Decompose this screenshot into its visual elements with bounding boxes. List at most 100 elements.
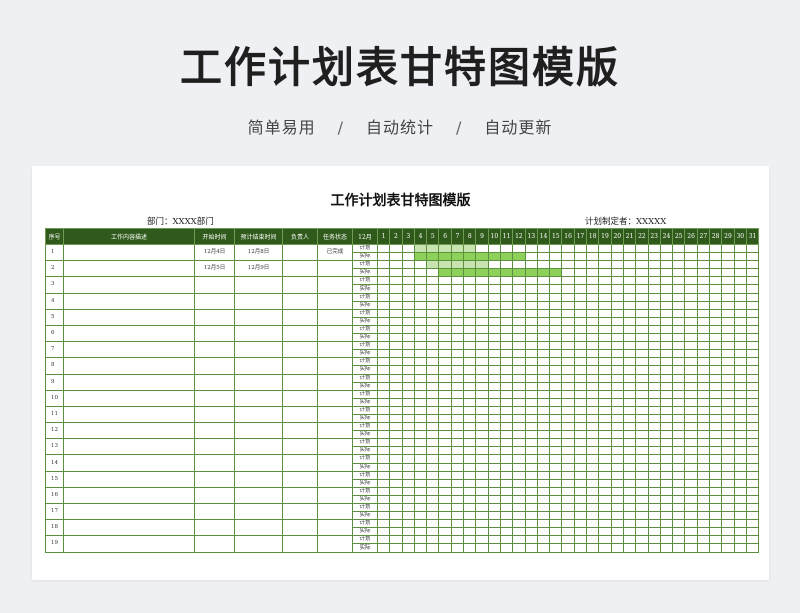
day-cell[interactable] (524, 292, 538, 302)
cell-start[interactable] (194, 373, 235, 391)
day-cell[interactable] (635, 454, 649, 464)
day-cell[interactable] (659, 543, 674, 553)
day-cell[interactable] (635, 243, 649, 254)
day-cell[interactable] (536, 243, 551, 254)
day-cell[interactable] (561, 333, 575, 343)
day-cell[interactable] (536, 462, 551, 472)
day-cell[interactable] (745, 430, 760, 440)
cell-start[interactable] (194, 308, 235, 326)
day-cell[interactable] (463, 389, 477, 399)
day-cell[interactable] (672, 349, 686, 359)
day-cell[interactable] (487, 292, 501, 302)
day-cell[interactable] (622, 252, 637, 262)
day-cell[interactable] (561, 397, 575, 407)
day-cell[interactable] (549, 324, 563, 335)
day-cell[interactable] (709, 462, 723, 472)
day-cell[interactable] (684, 462, 698, 472)
cell-start[interactable] (194, 486, 235, 505)
day-cell[interactable] (389, 405, 403, 415)
day-cell[interactable] (536, 357, 551, 367)
day-cell[interactable] (401, 292, 415, 302)
day-cell[interactable] (376, 430, 391, 440)
day-cell[interactable] (635, 373, 649, 383)
day-cell[interactable] (426, 300, 440, 310)
day-cell[interactable] (622, 276, 637, 286)
day-cell[interactable] (610, 430, 624, 440)
cell-end[interactable] (234, 535, 283, 553)
day-cell[interactable] (438, 308, 452, 318)
day-cell[interactable] (524, 260, 538, 270)
day-cell[interactable] (413, 405, 428, 415)
cell-status[interactable] (317, 276, 353, 294)
day-cell[interactable] (512, 341, 526, 351)
day-cell[interactable] (684, 535, 698, 545)
day-cell[interactable] (561, 502, 575, 513)
day-cell[interactable] (450, 535, 465, 545)
day-cell[interactable] (549, 405, 563, 415)
day-cell[interactable] (647, 308, 661, 318)
day-cell[interactable] (586, 470, 600, 480)
day-cell[interactable] (745, 438, 760, 448)
day-cell[interactable] (512, 333, 526, 343)
day-cell[interactable] (684, 389, 698, 399)
day-cell[interactable] (499, 357, 514, 367)
day-cell[interactable] (401, 365, 415, 375)
day-cell[interactable] (721, 502, 735, 513)
day-cell[interactable] (635, 405, 649, 415)
day-cell[interactable] (586, 454, 600, 464)
day-cell[interactable] (426, 454, 440, 464)
day-cell[interactable] (647, 486, 661, 496)
day-cell[interactable] (376, 268, 391, 278)
day-cell[interactable] (524, 494, 538, 505)
day-cell[interactable] (745, 462, 760, 472)
day-cell[interactable] (647, 397, 661, 407)
day-cell[interactable] (438, 405, 452, 415)
day-cell[interactable] (622, 341, 637, 351)
day-cell[interactable] (672, 292, 686, 302)
day-cell[interactable] (524, 357, 538, 367)
day-cell[interactable] (598, 397, 612, 407)
day-cell[interactable] (610, 373, 624, 383)
day-cell[interactable] (672, 430, 686, 440)
day-cell[interactable] (622, 381, 637, 391)
cell-owner[interactable] (282, 292, 318, 310)
day-cell[interactable] (401, 357, 415, 367)
day-cell[interactable] (659, 454, 674, 464)
day-cell[interactable] (610, 462, 624, 472)
day-cell[interactable] (450, 300, 465, 310)
day-cell[interactable] (376, 519, 391, 529)
day-cell[interactable] (745, 502, 760, 513)
day-cell[interactable] (536, 381, 551, 391)
day-cell[interactable] (709, 252, 723, 262)
day-cell[interactable] (598, 333, 612, 343)
cell-owner[interactable] (282, 341, 318, 359)
day-cell[interactable] (709, 324, 723, 335)
day-cell[interactable] (647, 341, 661, 351)
day-cell[interactable] (647, 405, 661, 415)
day-cell[interactable] (635, 502, 649, 513)
day-cell[interactable] (610, 486, 624, 496)
day-cell[interactable] (598, 462, 612, 472)
day-cell[interactable] (524, 243, 538, 254)
day-cell[interactable] (573, 446, 588, 456)
day-cell[interactable] (401, 462, 415, 472)
day-cell[interactable] (389, 349, 403, 359)
day-cell[interactable] (696, 268, 711, 278)
cell-status[interactable] (317, 405, 353, 424)
day-cell[interactable] (635, 357, 649, 367)
day-cell[interactable] (635, 365, 649, 375)
day-cell[interactable] (684, 373, 698, 383)
day-cell[interactable] (586, 527, 600, 537)
day-cell[interactable] (659, 333, 674, 343)
day-cell[interactable] (721, 389, 735, 399)
day-cell[interactable] (549, 470, 563, 480)
day-cell[interactable] (524, 284, 538, 294)
day-cell[interactable] (524, 502, 538, 513)
day-cell[interactable] (463, 308, 477, 318)
day-cell[interactable] (622, 373, 637, 383)
day-cell[interactable] (561, 365, 575, 375)
day-cell[interactable] (635, 527, 649, 537)
actual-bar-cell[interactable] (463, 268, 477, 278)
day-cell[interactable] (401, 502, 415, 513)
day-cell[interactable] (499, 260, 514, 270)
